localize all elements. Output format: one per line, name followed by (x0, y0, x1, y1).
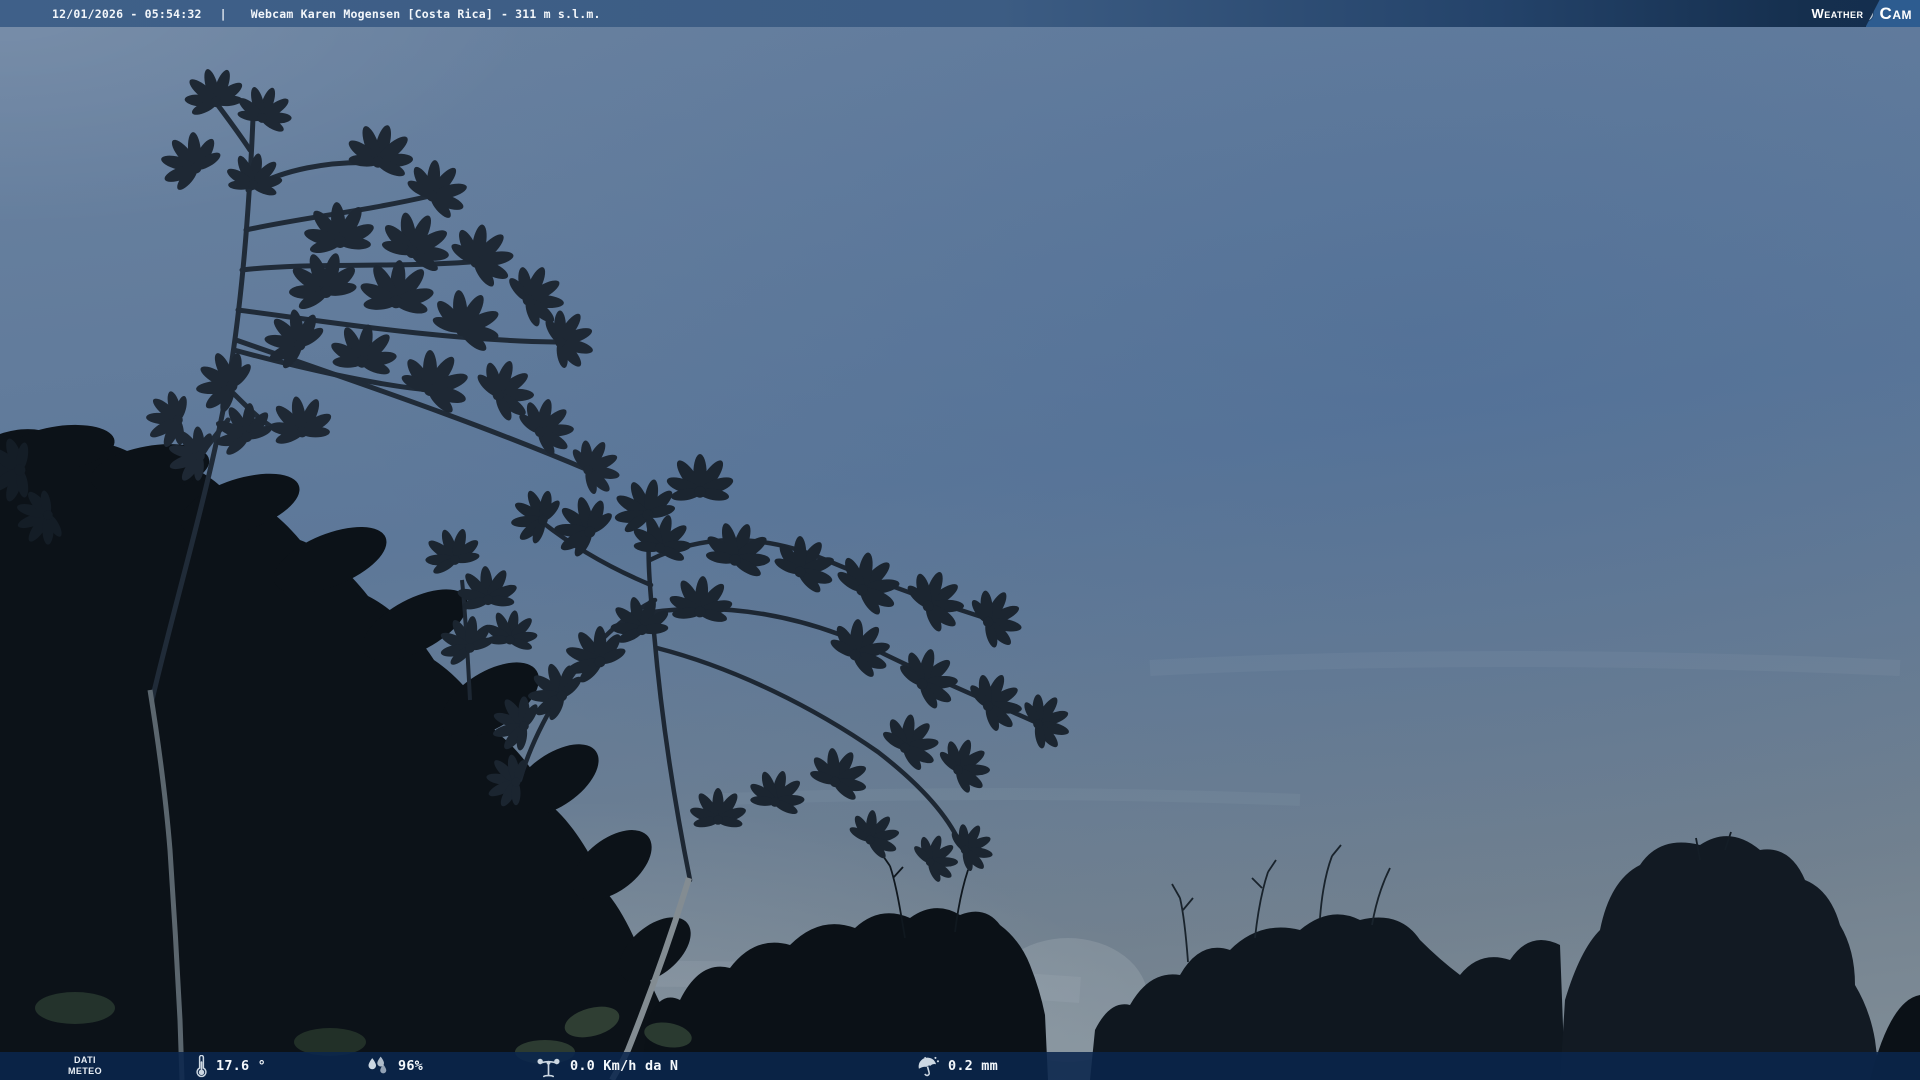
timestamp: 12/01/2026 - 05:54:32 (52, 7, 202, 21)
anemometer-icon (536, 1055, 561, 1078)
right-treeline (1090, 845, 1565, 1080)
rain-icon (916, 1055, 939, 1078)
webcam-title: Webcam Karen Mogensen [Costa Rica] (251, 7, 493, 21)
humidity-metric: 96% (366, 1052, 423, 1080)
dati-line2: METEO (52, 1066, 118, 1077)
rain-metric: 0.2 mm (916, 1052, 998, 1080)
logo-cam-text: Cam (1880, 0, 1912, 27)
weathercam-logo: Weather Cam (1811, 0, 1920, 27)
tall-tree-right (1560, 832, 1920, 1080)
wind-value: 0.0 Km/h da N (570, 1058, 678, 1074)
separator: | (220, 7, 227, 21)
landscape-silhouette (0, 0, 1920, 1080)
temperature-metric: 17.6 ° (196, 1052, 266, 1080)
dati-meteo-label: DATI METEO (52, 1055, 118, 1077)
logo-weather-text: Weather (1811, 6, 1863, 21)
logo-cam-box: Cam (1866, 0, 1920, 27)
top-info-bar: 12/01/2026 - 05:54:32 | Webcam Karen Mog… (0, 0, 1920, 27)
humidity-value: 96% (398, 1058, 423, 1074)
wind-metric: 0.0 Km/h da N (536, 1052, 678, 1080)
rain-value: 0.2 mm (948, 1058, 998, 1074)
weather-data-bar: DATI METEO 17.6 ° 96% (0, 1052, 1920, 1080)
dati-line1: DATI (52, 1055, 118, 1066)
altitude: - 311 m s.l.m. (501, 7, 601, 21)
thermometer-icon (196, 1055, 207, 1078)
webcam-image: 12/01/2026 - 05:54:32 | Webcam Karen Mog… (0, 0, 1920, 1080)
humidity-icon (366, 1056, 389, 1077)
temperature-value: 17.6 ° (216, 1058, 266, 1074)
